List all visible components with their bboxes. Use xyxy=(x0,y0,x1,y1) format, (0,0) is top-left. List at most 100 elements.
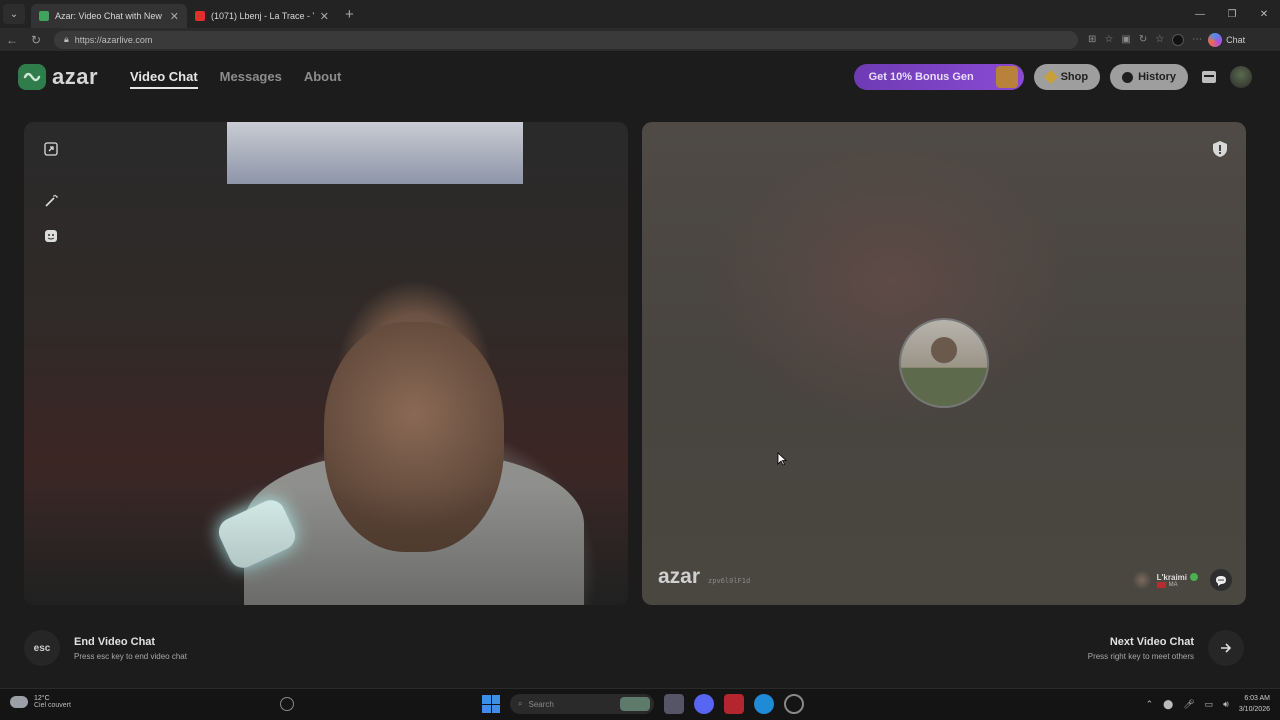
tab-youtube[interactable]: (1071) Lbenj - La Trace - YouTube ✕ xyxy=(187,4,337,28)
local-video-feed xyxy=(24,122,628,605)
history-button[interactable]: History xyxy=(1110,64,1188,90)
peer-avatar xyxy=(1132,571,1151,589)
user-avatar[interactable] xyxy=(1230,66,1252,88)
magic-wand-icon[interactable] xyxy=(42,192,60,210)
inbox-button[interactable] xyxy=(1198,66,1220,88)
minimize-icon[interactable]: — xyxy=(1184,0,1216,28)
close-window-icon[interactable]: ✕ xyxy=(1248,0,1280,28)
header-actions: Get 10% Bonus Gen Shop History xyxy=(853,64,1252,90)
bonus-gem-button[interactable]: Get 10% Bonus Gen xyxy=(853,64,1024,90)
chat-label: Chat xyxy=(1226,34,1246,45)
history-label: History xyxy=(1138,71,1176,83)
mouse-cursor-icon xyxy=(777,452,787,466)
edge-browser-icon[interactable] xyxy=(754,694,774,714)
open-chat-button[interactable] xyxy=(1210,569,1232,591)
azar-logo[interactable]: azar xyxy=(18,64,98,90)
app-header: azar Video Chat Messages About Get 10% B… xyxy=(0,52,1280,102)
more-options-icon[interactable]: ⋯ xyxy=(1192,34,1202,45)
peer-country-row: MA xyxy=(1156,581,1198,588)
nav-messages[interactable]: Messages xyxy=(220,69,282,89)
tab-actions-menu[interactable]: ⌄ xyxy=(3,4,25,24)
search-placeholder: Search xyxy=(528,699,554,709)
url-field[interactable]: 🔒︎ https://azarlive.com xyxy=(54,30,1078,49)
taskbar-apps: ⌕ Search xyxy=(482,694,804,714)
peer-country: MA xyxy=(1168,581,1178,588)
clock-time: 6:03 AM xyxy=(1244,695,1270,702)
copilot-chat-button[interactable]: Chat xyxy=(1208,32,1246,47)
lock-icon: 🔒︎ xyxy=(64,34,69,44)
split-screen-icon[interactable]: ▣ xyxy=(1121,34,1130,45)
close-tab-icon[interactable]: ✕ xyxy=(170,10,179,23)
remote-video-feed: azar zpv6l0lF1d L'kraimi MA xyxy=(642,122,1246,605)
esc-key-button[interactable]: esc xyxy=(24,630,60,666)
next-chat-action[interactable]: Next Video Chat Press right key to meet … xyxy=(1088,630,1244,666)
network-icon[interactable]: ▭ xyxy=(1205,699,1214,710)
profile-icon[interactable] xyxy=(1172,33,1185,46)
discord-icon[interactable] xyxy=(694,694,714,714)
temperature: 12°C xyxy=(34,695,50,702)
favorites-icon[interactable]: ☆ xyxy=(1155,34,1164,45)
shop-button[interactable]: Shop xyxy=(1033,64,1101,90)
clock-date: 3/10/2026 xyxy=(1238,706,1270,713)
new-tab-icon[interactable]: + xyxy=(345,6,354,23)
partner-profile-photo xyxy=(899,318,989,408)
peer-name-row: L'kraimi xyxy=(1157,573,1198,582)
next-chat-hint: Press right key to meet others xyxy=(1087,651,1194,661)
end-chat-title: End Video Chat xyxy=(74,635,156,648)
system-tray: ⌃ ⬤ 🎤︎ ▭ 🔊︎ 6:03 AM 3/10/2026 xyxy=(1146,693,1270,715)
browser-tab-bar: ⌄ Azar: Video Chat with New Pe ✕ (1071) … xyxy=(0,0,1280,28)
maximize-icon[interactable]: ❐ xyxy=(1216,0,1248,28)
expand-video-icon[interactable] xyxy=(42,140,60,158)
clock-icon xyxy=(1122,71,1134,83)
weather-widget[interactable]: 12°C Ciel couvert xyxy=(10,695,71,709)
taskbar-clock[interactable]: 6:03 AM 3/10/2026 xyxy=(1239,693,1270,715)
sticker-icon[interactable] xyxy=(42,227,60,245)
report-shield-icon[interactable] xyxy=(1212,140,1228,158)
nav-about[interactable]: About xyxy=(304,69,342,89)
start-windows-icon[interactable] xyxy=(482,695,500,713)
session-code: zpv6l0lF1d xyxy=(708,577,751,585)
antivirus-icon[interactable]: ⬤ xyxy=(1163,699,1173,710)
end-chat-hint: Press esc key to end video chat xyxy=(74,651,187,661)
taskbar-search[interactable]: ⌕ Search xyxy=(510,694,654,714)
cloud-icon xyxy=(10,696,28,708)
app-available-icon[interactable]: ⊞ xyxy=(1088,34,1096,45)
refresh-ext-icon[interactable]: ↻ xyxy=(1139,34,1147,45)
chrome-browser-icon[interactable] xyxy=(784,694,804,714)
address-bar-row: ← ↻ 🔒︎ https://azarlive.com ⊞ ☆ ▣ ↻ ☆ ⋯ … xyxy=(0,28,1280,52)
tab-azar[interactable]: Azar: Video Chat with New Pe ✕ xyxy=(31,4,187,28)
watermark-text: azar xyxy=(658,565,701,588)
shop-label: Shop xyxy=(1060,71,1089,83)
favorite-star-icon[interactable]: ☆ xyxy=(1104,34,1113,45)
bonus-label: Get 10% Bonus Gen xyxy=(868,71,974,83)
video-shade xyxy=(24,485,628,605)
gem-icon xyxy=(1043,69,1058,85)
background-monitor xyxy=(227,122,523,184)
volume-icon[interactable]: 🔊︎ xyxy=(1223,699,1229,710)
address-bar-icons: ⊞ ☆ ▣ ↻ ☆ ⋯ xyxy=(1088,33,1202,46)
search-highlight-image xyxy=(620,697,650,711)
chat-bubble-icon xyxy=(1216,575,1226,586)
refresh-icon[interactable]: ↻ xyxy=(24,33,48,47)
azar-logo-icon xyxy=(18,64,46,90)
main-nav: Video Chat Messages About xyxy=(130,69,341,89)
windows-taskbar: 12°C Ciel couvert ⌕ Search ⌃ ⬤ 🎤︎ ▭ 🔊︎ 6… xyxy=(0,688,1280,720)
search-icon: ⌕ xyxy=(518,699,523,708)
end-chat-action[interactable]: esc End Video Chat Press esc key to end … xyxy=(24,630,187,666)
copilot-icon xyxy=(1208,32,1223,47)
azar-app: azar Video Chat Messages About Get 10% B… xyxy=(0,52,1280,688)
nav-video-chat[interactable]: Video Chat xyxy=(130,69,198,89)
window-controls: — ❐ ✕ xyxy=(1184,0,1280,28)
next-arrow-button[interactable] xyxy=(1208,630,1244,666)
show-hidden-icons-icon[interactable]: ⌃ xyxy=(1146,699,1154,710)
youtube-favicon-icon xyxy=(195,11,205,21)
back-icon[interactable]: ← xyxy=(0,33,24,47)
file-explorer-icon[interactable] xyxy=(664,694,684,714)
peer-info[interactable]: L'kraimi MA xyxy=(1132,571,1198,589)
peer-name: L'kraimi xyxy=(1156,572,1187,582)
copilot-taskbar-icon[interactable] xyxy=(280,697,294,711)
app-red-icon[interactable] xyxy=(724,694,744,714)
tab-title: (1071) Lbenj - La Trace - YouTube xyxy=(211,11,314,21)
close-tab-icon[interactable]: ✕ xyxy=(320,10,329,23)
microphone-icon[interactable]: 🎤︎ xyxy=(1183,699,1194,710)
